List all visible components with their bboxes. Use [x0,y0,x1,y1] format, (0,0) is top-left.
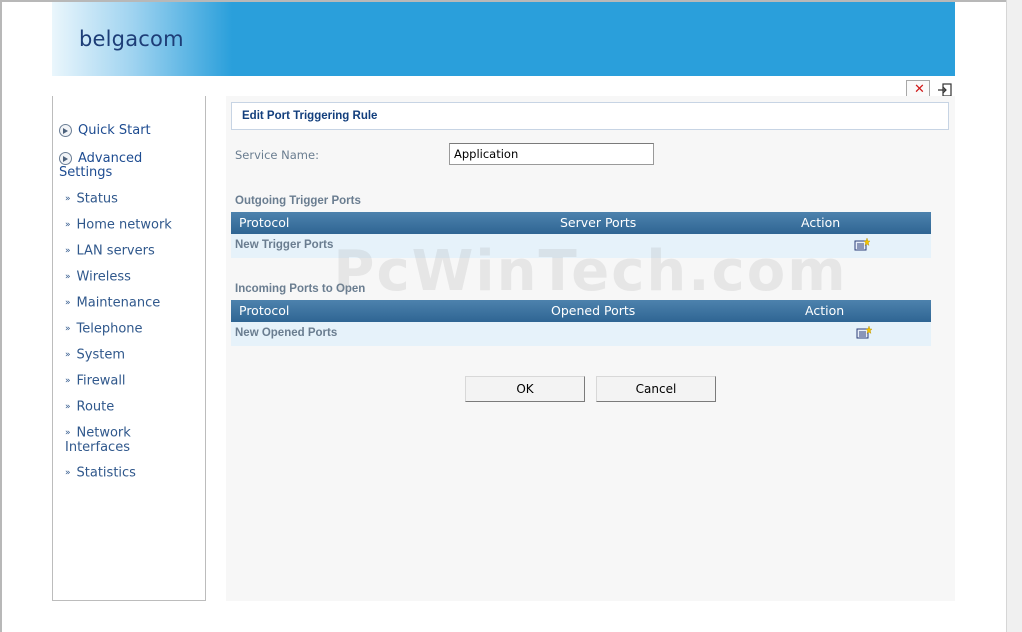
sidebar-item-label: System [76,347,125,363]
ok-button[interactable]: OK [465,376,585,402]
sidebar-item-telephone[interactable]: » Telephone [65,322,143,337]
double-arrow-icon: » [65,350,71,360]
double-arrow-icon: » [65,220,71,230]
sidebar-item-advanced-settings[interactable]: Advanced Settings [59,152,179,180]
column-header-action: Action [805,303,845,318]
sidebar-item-label: LAN servers [76,243,155,259]
vertical-scrollbar[interactable] [1006,0,1022,632]
double-arrow-icon: » [65,194,71,204]
sidebar-item-label: Statistics [76,465,136,481]
double-arrow-icon: » [65,298,71,308]
sidebar-item-network-interfaces[interactable]: » Network Interfaces [65,426,155,455]
column-header-opened-ports: Opened Ports [551,303,636,318]
sidebar-item-label: Maintenance [76,295,161,311]
sidebar-item-status[interactable]: » Status [65,192,118,207]
circle-arrow-icon [59,152,72,165]
header-banner: belgacom [52,2,955,76]
circle-arrow-icon [59,124,72,137]
incoming-new-row: New Opened Ports [231,322,931,346]
outgoing-table-header: Protocol Server Ports Action [231,212,931,234]
sidebar-item-label: Quick Start [78,123,151,138]
new-opened-ports-label: New Opened Ports [235,327,338,339]
column-header-server-ports: Server Ports [560,215,637,230]
service-name-input[interactable] [449,143,654,165]
sidebar-item-label: Telephone [76,321,143,337]
sidebar-item-label: Home network [76,217,172,233]
double-arrow-icon: » [65,468,71,478]
double-arrow-icon: » [65,402,71,412]
double-arrow-icon: » [65,272,71,282]
sidebar-item-label: Network Interfaces [65,425,131,455]
sidebar-item-system[interactable]: » System [65,348,125,363]
outgoing-section-label: Outgoing Trigger Ports [235,195,361,207]
main-content: Edit Port Triggering Rule Service Name: … [226,96,955,601]
sidebar-item-lan-servers[interactable]: » LAN servers [65,244,155,259]
sidebar-item-label: Route [76,399,115,415]
double-arrow-icon: » [65,324,71,334]
page-title-bar: Edit Port Triggering Rule [231,102,949,130]
sidebar-item-maintenance[interactable]: » Maintenance [65,296,160,311]
sidebar-item-wireless[interactable]: » Wireless [65,270,131,285]
sidebar-item-firewall[interactable]: » Firewall [65,374,126,389]
add-rule-icon[interactable] [856,326,872,340]
sidebar-item-label: Wireless [76,269,131,285]
service-name-label: Service Name: [235,148,319,162]
sidebar: Quick Start Advanced Settings » Status » H… [52,96,206,601]
sidebar-item-quick-start[interactable]: Quick Start [59,124,151,138]
column-header-action: Action [801,215,841,230]
sidebar-item-label: Status [76,191,118,207]
sidebar-item-home-network[interactable]: » Home network [65,218,172,233]
double-arrow-icon: » [65,376,71,386]
sidebar-item-statistics[interactable]: » Statistics [65,466,136,481]
belgacom-logo: belgacom [79,27,184,51]
double-arrow-icon: » [65,246,71,256]
watermark: PcWinTech.com [333,239,848,304]
close-icon: ✕ [914,82,925,97]
double-arrow-icon: » [65,428,71,438]
frame-border [0,0,2,632]
page-title: Edit Port Triggering Rule [242,110,378,122]
column-header-protocol: Protocol [239,215,290,230]
sidebar-item-label: Firewall [76,373,126,389]
sidebar-item-route[interactable]: » Route [65,400,114,415]
column-header-protocol: Protocol [239,303,290,318]
cancel-button[interactable]: Cancel [596,376,716,402]
